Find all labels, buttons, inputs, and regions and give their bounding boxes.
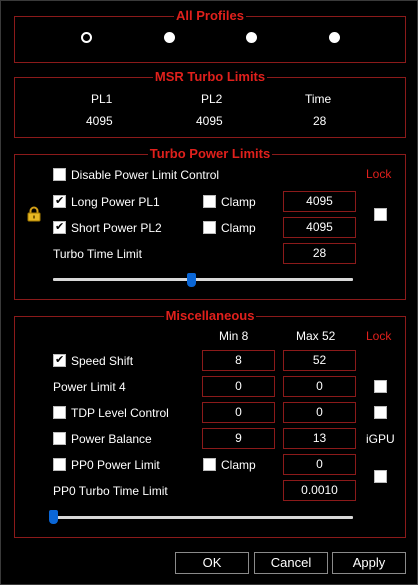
short-power-pl2-checkbox[interactable] bbox=[53, 220, 66, 234]
speed-shift-label: Speed Shift bbox=[71, 354, 134, 368]
tdp-level-max-field[interactable]: 0 bbox=[283, 402, 356, 423]
tdp-level-control-label: TDP Level Control bbox=[71, 406, 169, 420]
short-power-pl2-field[interactable]: 4095 bbox=[283, 217, 356, 238]
max-header: Max 52 bbox=[296, 329, 336, 343]
short-clamp-checkbox[interactable] bbox=[203, 221, 216, 234]
tdp-level-lock-checkbox[interactable] bbox=[374, 406, 387, 419]
power-balance-cpu-field[interactable]: 9 bbox=[202, 428, 275, 449]
speed-shift-checkbox[interactable] bbox=[53, 353, 66, 367]
msr-header-pl2: PL2 bbox=[201, 92, 223, 106]
power-balance-gpu-field[interactable]: 13 bbox=[283, 428, 356, 449]
all-profiles-title: All Profiles bbox=[174, 8, 246, 23]
lock-icon bbox=[27, 206, 41, 222]
power-limit-4-label: Power Limit 4 bbox=[53, 380, 126, 394]
long-power-pl1-checkbox[interactable] bbox=[53, 194, 66, 208]
misc-lock-label: Lock bbox=[366, 329, 392, 343]
miscellaneous-group: Miscellaneous Min 8 Max 52 Lock Speed Sh… bbox=[14, 308, 406, 538]
long-power-pl1-label: Long Power PL1 bbox=[71, 195, 160, 209]
apply-button[interactable]: Apply bbox=[332, 552, 406, 574]
power-balance-label: Power Balance bbox=[71, 432, 152, 446]
msr-header-time: Time bbox=[305, 92, 332, 106]
turbo-lock-checkbox[interactable] bbox=[374, 208, 387, 221]
pp0-power-limit-field[interactable]: 0 bbox=[283, 454, 356, 475]
turbo-lock-label: Lock bbox=[366, 167, 392, 181]
pp0-power-limit-checkbox[interactable] bbox=[53, 458, 66, 471]
short-power-pl2-label: Short Power PL2 bbox=[71, 221, 162, 235]
msr-title: MSR Turbo Limits bbox=[152, 69, 268, 84]
disable-power-limit-label: Disable Power Limit Control bbox=[71, 168, 220, 182]
long-clamp-label: Clamp bbox=[221, 195, 256, 209]
speed-shift-min-field[interactable]: 8 bbox=[202, 350, 275, 371]
profile-radio-4[interactable] bbox=[329, 32, 340, 43]
pp0-time-slider-thumb[interactable] bbox=[49, 510, 58, 524]
long-power-pl1-field[interactable]: 4095 bbox=[283, 191, 356, 212]
profile-radio-2[interactable] bbox=[164, 32, 175, 43]
long-clamp-checkbox[interactable] bbox=[203, 195, 216, 208]
speed-shift-max-field[interactable]: 52 bbox=[283, 350, 356, 371]
tdp-level-control-checkbox[interactable] bbox=[53, 406, 66, 419]
pp0-turbo-time-limit-label: PP0 Turbo Time Limit bbox=[53, 484, 168, 498]
power-limit-4-min-field[interactable]: 0 bbox=[202, 376, 275, 397]
power-limit-4-lock-checkbox[interactable] bbox=[374, 380, 387, 393]
pp0-lock-checkbox[interactable] bbox=[374, 470, 387, 483]
min-header: Min 8 bbox=[219, 329, 249, 343]
power-limit-4-max-field[interactable]: 0 bbox=[283, 376, 356, 397]
turbo-time-limit-field[interactable]: 28 bbox=[283, 243, 356, 264]
all-profiles-group: All Profiles bbox=[14, 8, 406, 63]
turbo-limits-window: All Profiles MSR Turbo Limits PL1 PL2 Ti… bbox=[0, 0, 418, 585]
turbo-time-slider-thumb[interactable] bbox=[187, 273, 196, 287]
pp0-power-limit-label: PP0 Power Limit bbox=[71, 458, 160, 472]
igpu-label: iGPU bbox=[366, 432, 395, 446]
short-clamp-label: Clamp bbox=[221, 221, 256, 235]
turbo-time-limit-label: Turbo Time Limit bbox=[53, 247, 142, 261]
pp0-turbo-time-limit-field[interactable]: 0.0010 bbox=[283, 480, 356, 501]
turbo-time-slider-track[interactable] bbox=[53, 278, 353, 281]
disable-power-limit-checkbox[interactable] bbox=[53, 168, 66, 181]
msr-turbo-limits-group: MSR Turbo Limits PL1 PL2 Time 4095 4095 … bbox=[14, 69, 406, 138]
tdp-level-min-field[interactable]: 0 bbox=[202, 402, 275, 423]
cancel-button[interactable]: Cancel bbox=[254, 552, 328, 574]
msr-value-time: 28 bbox=[313, 114, 327, 128]
msr-value-pl1: 4095 bbox=[86, 114, 113, 128]
turbo-power-limits-group: Turbo Power Limits Disable Power Limit C… bbox=[14, 146, 406, 300]
misc-title: Miscellaneous bbox=[163, 308, 257, 323]
msr-value-pl2: 4095 bbox=[196, 114, 223, 128]
pp0-clamp-label: Clamp bbox=[221, 458, 256, 472]
profile-radio-1[interactable] bbox=[81, 32, 92, 43]
pp0-time-slider-track[interactable] bbox=[53, 516, 353, 519]
power-balance-checkbox[interactable] bbox=[53, 432, 66, 445]
msr-header-pl1: PL1 bbox=[91, 92, 113, 106]
ok-button[interactable]: OK bbox=[175, 552, 249, 574]
pp0-clamp-checkbox[interactable] bbox=[203, 458, 216, 471]
profile-radio-3[interactable] bbox=[246, 32, 257, 43]
turbo-title: Turbo Power Limits bbox=[147, 146, 273, 161]
